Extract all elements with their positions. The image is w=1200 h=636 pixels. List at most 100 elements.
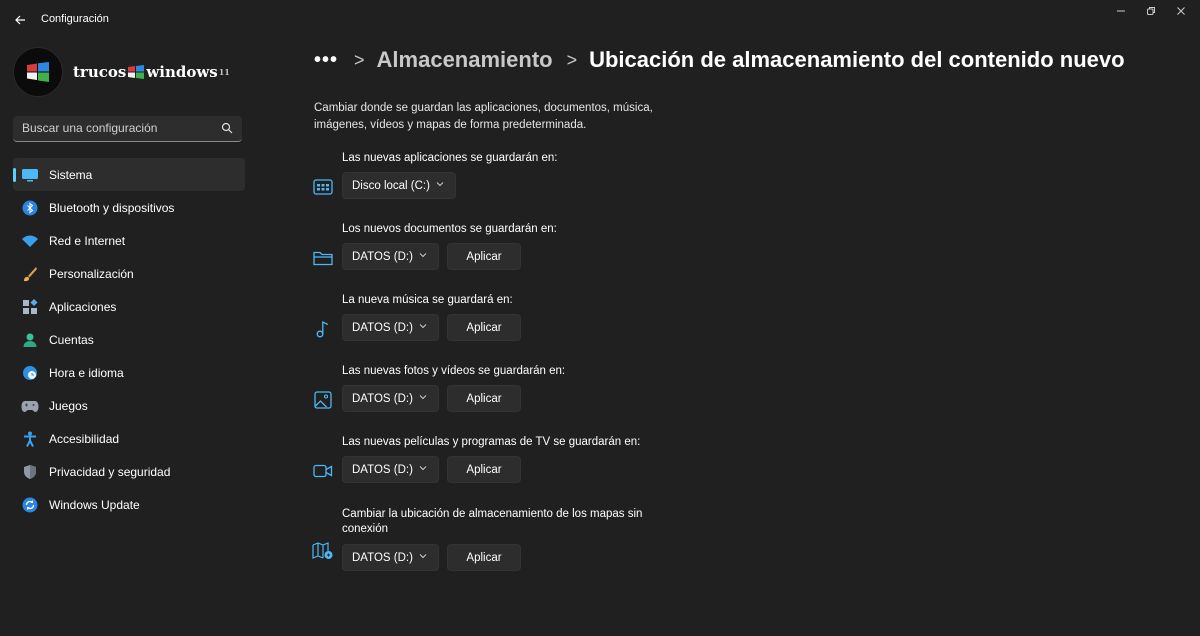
apply-button[interactable]: Aplicar	[447, 243, 521, 270]
system-icon	[21, 166, 39, 184]
logo-mini-windows-icon	[128, 65, 145, 79]
minimize-button[interactable]	[1104, 2, 1138, 20]
sidebar-item-label: Aplicaciones	[49, 299, 117, 314]
apps-location-dropdown[interactable]: Disco local (C:)	[342, 172, 456, 199]
photos-location-dropdown[interactable]: DATOS (D:)	[342, 385, 439, 412]
breadcrumb-more-button[interactable]: •••	[314, 49, 338, 72]
wifi-icon	[21, 232, 39, 250]
folder-icon	[312, 247, 334, 269]
chevron-down-icon	[419, 324, 427, 329]
sidebar-item-accesibilidad[interactable]: Accesibilidad	[13, 422, 245, 455]
apply-button[interactable]: Aplicar	[447, 456, 521, 483]
dropdown-value: Disco local (C:)	[352, 179, 430, 192]
windows-logo-icon	[27, 62, 49, 82]
video-camera-icon	[312, 460, 334, 482]
page-description: Cambiar donde se guardan las aplicacione…	[314, 102, 653, 131]
sidebar-nav: Sistema Bluetooth y dispositivos Red e I…	[13, 158, 245, 521]
sidebar-item-cuentas[interactable]: Cuentas	[13, 323, 245, 356]
documents-location-dropdown[interactable]: DATOS (D:)	[342, 243, 439, 270]
sidebar-item-juegos[interactable]: Juegos	[13, 389, 245, 422]
trucoswindows-logo: trucos windows 11	[13, 47, 230, 97]
minimize-icon	[1117, 10, 1125, 12]
restore-button[interactable]	[1134, 2, 1168, 20]
logo-text-right: windows	[146, 63, 218, 81]
back-arrow-icon	[15, 15, 25, 25]
gamepad-icon	[21, 397, 39, 415]
sidebar-item-hora[interactable]: Hora e idioma	[13, 356, 245, 389]
setting-label: Las nuevas aplicaciones se guardarán en:	[342, 152, 558, 164]
bluetooth-icon	[21, 199, 39, 217]
account-icon	[21, 331, 39, 349]
apps-storage-icon	[312, 176, 334, 198]
setting-label: Cambiar la ubicación de almacenamiento d…	[342, 508, 643, 535]
sidebar-item-label: Sistema	[49, 167, 93, 182]
sidebar-item-label: Accesibilidad	[49, 431, 120, 446]
settings-window: Configuración trucos windows 11 Buscar u…	[0, 0, 1200, 636]
search-icon	[221, 122, 233, 134]
sidebar-item-label: Red e Internet	[49, 233, 126, 248]
setting-label: Las nuevas fotos y vídeos se guardarán e…	[342, 365, 566, 377]
maps-location-dropdown[interactable]: DATOS (D:)	[342, 544, 439, 571]
sidebar-item-label: Personalización	[49, 266, 134, 281]
music-location-dropdown[interactable]: DATOS (D:)	[342, 314, 439, 341]
apply-button[interactable]: Aplicar	[447, 314, 521, 341]
sidebar-item-sistema[interactable]: Sistema	[13, 158, 245, 191]
dropdown-value: DATOS (D:)	[352, 321, 413, 334]
breadcrumb: ••• > Almacenamiento > Ubicación de alma…	[314, 47, 1125, 73]
setting-label: Las nuevas películas y programas de TV s…	[342, 436, 641, 448]
update-icon	[21, 496, 39, 514]
restore-icon	[1147, 7, 1155, 15]
map-icon	[312, 540, 334, 562]
chevron-down-icon	[419, 554, 427, 559]
sidebar-item-label: Juegos	[49, 398, 88, 413]
chevron-down-icon	[419, 466, 427, 471]
title-bar: Configuración	[0, 0, 1200, 40]
apply-button[interactable]: Aplicar	[447, 385, 521, 412]
sidebar-item-personalizacion[interactable]: Personalización	[13, 257, 245, 290]
sidebar-item-label: Windows Update	[49, 497, 140, 512]
setting-label: Los nuevos documentos se guardarán en:	[342, 223, 557, 235]
search-box[interactable]	[13, 116, 242, 142]
movies-location-dropdown[interactable]: DATOS (D:)	[342, 456, 439, 483]
logo-text-left: trucos	[73, 63, 127, 81]
back-button[interactable]	[8, 8, 32, 32]
music-note-icon	[312, 318, 334, 340]
close-icon	[1177, 7, 1185, 15]
breadcrumb-separator: >	[566, 49, 578, 70]
sidebar-item-red[interactable]: Red e Internet	[13, 224, 245, 257]
breadcrumb-separator: >	[354, 49, 365, 70]
sidebar-item-bluetooth[interactable]: Bluetooth y dispositivos	[13, 191, 245, 224]
sidebar-item-label: Hora e idioma	[49, 365, 124, 380]
main-content: ••• > Almacenamiento > Ubicación de alma…	[300, 40, 1200, 636]
dropdown-value: DATOS (D:)	[352, 551, 413, 564]
sidebar-item-privacidad[interactable]: Privacidad y seguridad	[13, 455, 245, 488]
search-input[interactable]	[22, 121, 212, 135]
dropdown-value: DATOS (D:)	[352, 392, 413, 405]
dropdown-value: DATOS (D:)	[352, 250, 413, 263]
shield-icon	[21, 463, 39, 481]
brush-icon	[21, 265, 39, 283]
chevron-down-icon	[419, 395, 427, 400]
image-icon	[312, 389, 334, 411]
logo-superscript: 11	[218, 67, 230, 77]
close-button[interactable]	[1164, 2, 1198, 20]
sidebar-item-label: Privacidad y seguridad	[49, 464, 171, 479]
setting-label: La nueva música se guardará en:	[342, 294, 513, 306]
page-title: Ubicación de almacenamiento del contenid…	[589, 47, 1125, 72]
chevron-down-icon	[436, 182, 444, 187]
logo-circle	[13, 47, 63, 97]
accessibility-icon	[21, 430, 39, 448]
sidebar: trucos windows 11 Sistema	[0, 40, 260, 636]
logo-text: trucos windows 11	[73, 63, 230, 81]
app-title: Configuración	[41, 13, 109, 25]
chevron-down-icon	[419, 253, 427, 258]
sidebar-item-label: Bluetooth y dispositivos	[49, 200, 175, 215]
sidebar-item-label: Cuentas	[49, 332, 94, 347]
sidebar-item-aplicaciones[interactable]: Aplicaciones	[13, 290, 245, 323]
globe-clock-icon	[21, 364, 39, 382]
breadcrumb-parent-link[interactable]: Almacenamiento	[377, 47, 553, 73]
apply-button[interactable]: Aplicar	[447, 544, 521, 571]
sidebar-item-windows-update[interactable]: Windows Update	[13, 488, 245, 521]
apps-icon	[21, 298, 39, 316]
dropdown-value: DATOS (D:)	[352, 463, 413, 476]
